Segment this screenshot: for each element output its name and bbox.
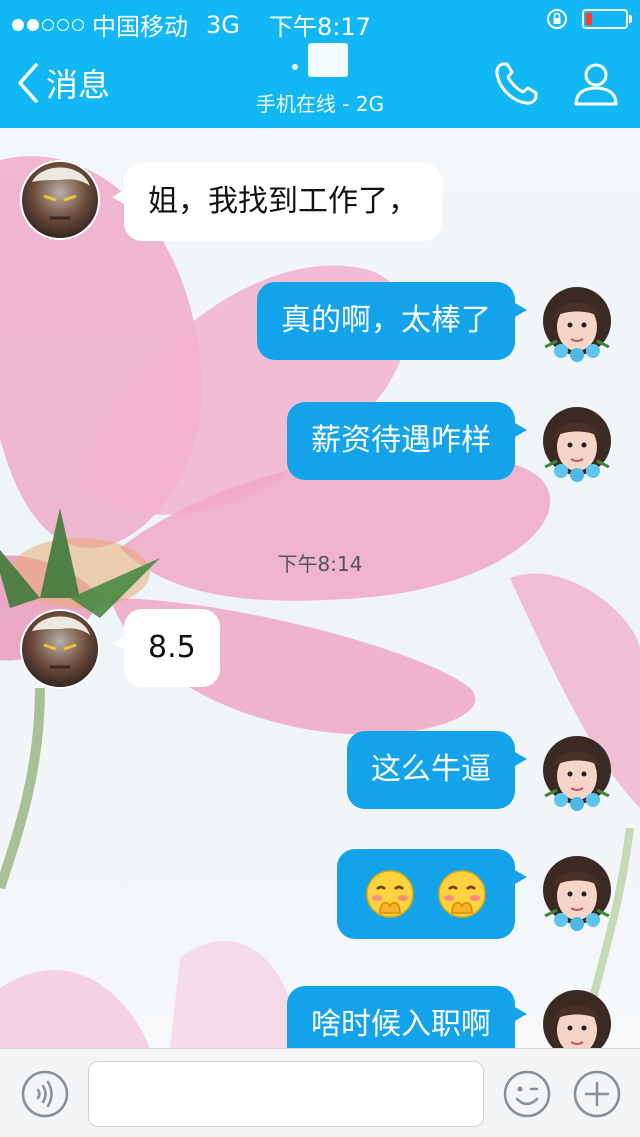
user-avatar[interactable] [537,283,617,363]
outgoing-message[interactable]: 啥时候入职啊 [287,986,527,1048]
outgoing-emoji-message[interactable] [337,849,527,939]
shy-face-emoji-icon [366,870,415,918]
message-input-bar [0,1048,640,1137]
plus-icon[interactable] [572,1069,622,1119]
rotation-lock-icon [547,9,567,29]
phone-icon[interactable] [490,58,542,110]
battery-icon [582,9,632,29]
shy-face-emoji-icon [438,870,486,918]
emoji-icon[interactable] [502,1069,552,1119]
contact-online-status: 手机在线 - 2G [255,92,385,116]
profile-icon[interactable] [570,58,622,110]
outgoing-message[interactable]: 薪资待遇咋样 [287,402,527,480]
outgoing-message[interactable]: 这么牛逼 [347,731,527,809]
message-list[interactable]: 姐，我找到工作了， 真的啊，太棒了 薪资待遇咋样 下午8:14 8.5 这么牛逼… [0,128,640,1048]
message-timestamp: 下午8:14 [277,552,363,576]
voice-icon[interactable] [20,1069,70,1119]
contact-name-redacted [0,42,640,80]
chat-header: 消息 手机在线 - 2G [0,40,640,128]
user-avatar[interactable] [537,986,617,1048]
incoming-message[interactable]: 8.5 [112,609,220,687]
user-avatar[interactable] [537,732,617,812]
contact-title[interactable]: 手机在线 - 2G [0,42,640,117]
clock: 下午8:17 [269,13,371,41]
outgoing-message[interactable]: 真的啊，太棒了 [257,282,527,360]
message-input[interactable] [88,1061,484,1127]
user-avatar[interactable] [537,403,617,483]
incoming-message[interactable]: 姐，我找到工作了， [112,163,442,241]
contact-avatar[interactable] [20,160,100,240]
contact-avatar[interactable] [20,609,100,689]
status-bar: 中国移动 3G 下午8:17 [0,0,640,41]
user-avatar[interactable] [537,852,617,932]
